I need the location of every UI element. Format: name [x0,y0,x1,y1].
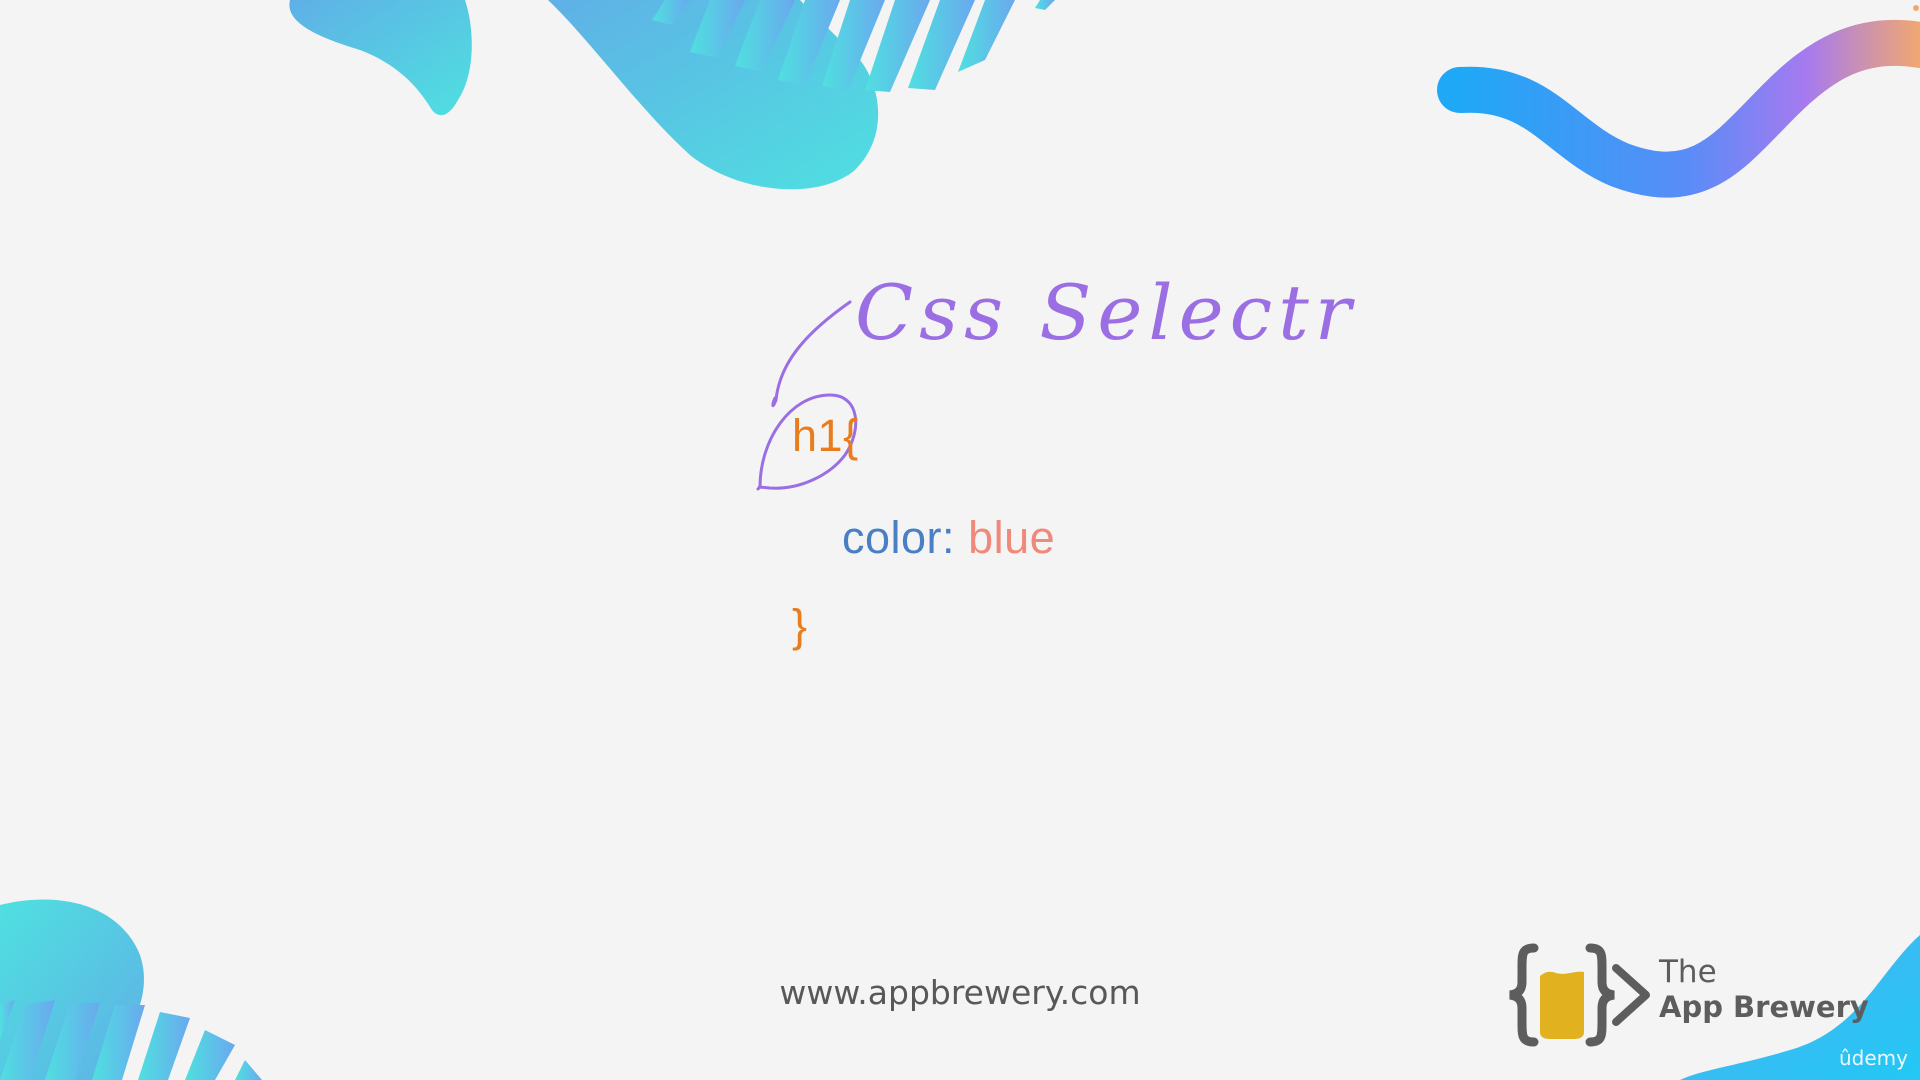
brand-name: App Brewery [1659,990,1869,1024]
css-property: color [842,512,943,563]
udemy-watermark: ûdemy [1839,1046,1908,1070]
top-right-wave [1437,19,1920,198]
handwritten-annotation: Css Selectr [855,268,1358,357]
app-brewery-logo: The App Brewery [1504,940,1884,1050]
code-braces-logo-icon [1509,943,1650,1047]
slide: Css Selectr h1{ color: blue } www.appbre… [0,0,1920,1080]
css-colon: : [942,512,956,563]
brand-the: The [1659,954,1717,990]
chevron-right-icon [1612,964,1650,1026]
css-value: blue [968,512,1056,563]
css-selector: h1 [792,410,844,461]
open-brace: { [843,410,859,461]
code-close-line: } [792,600,808,652]
top-left-blob [289,0,472,116]
code-declaration-line: color: blue [842,512,1055,564]
close-brace: } [792,600,808,651]
code-selector-line: h1{ [792,410,859,462]
